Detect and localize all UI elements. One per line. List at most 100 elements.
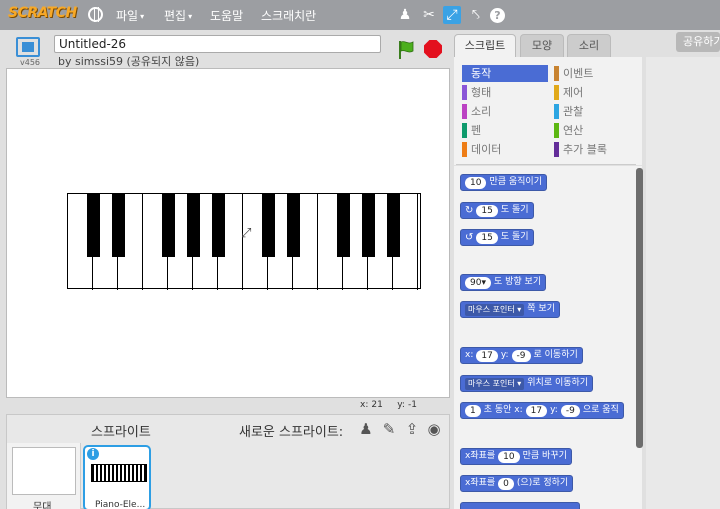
shrink-icon[interactable]: ⤣ [467, 6, 485, 24]
stage-thumbnail[interactable] [12, 447, 76, 495]
goto-target-value: 마우스 포인터 [468, 378, 515, 388]
block-move-steps[interactable]: 10 만큼 움직이기 [460, 174, 547, 191]
rotate-left-icon: ↺ [465, 232, 474, 243]
menu-help[interactable]: 도움말 [210, 7, 243, 24]
block-goto-target[interactable]: 마우스 포인터 ▾ 위치로 이동하기 [460, 375, 594, 392]
direction-input[interactable]: 90▾ [465, 276, 491, 289]
goto-target-dropdown[interactable]: 마우스 포인터 ▾ [465, 377, 525, 390]
category-sound[interactable]: 소리 [462, 103, 548, 120]
tab-scripts[interactable]: 스크립트 [454, 34, 516, 59]
new-sprite-label: 새로운 스프라이트: [239, 425, 344, 440]
block-point-towards[interactable]: 마우스 포인터 ▾ 쪽 보기 [460, 301, 560, 318]
piano-black-key [212, 194, 225, 257]
presentation-mode-icon[interactable] [16, 37, 40, 57]
menu-edit[interactable]: 편집 ▾ [164, 7, 192, 24]
stage-thumbnail-column: 무대 [7, 443, 81, 509]
piano-black-key [162, 194, 175, 257]
point-towards-dropdown[interactable]: 마우스 포인터 ▾ [465, 303, 525, 316]
goto-x-label: x: [465, 350, 474, 360]
category-motion[interactable]: 동작 [462, 65, 548, 82]
block-palette: 10 만큼 움직이기 ↻ 15 도 돌기 ↺ 15 도 돌기 90▾ 도 방향 보기 마우스… [454, 166, 642, 509]
category-events[interactable]: 이벤트 [554, 65, 640, 82]
language-globe-icon[interactable] [88, 7, 103, 22]
point-direction-text: 도 방향 보기 [493, 277, 542, 287]
glide-x-input[interactable]: 17 [525, 404, 548, 417]
stage-canvas[interactable]: ⤢ [6, 68, 450, 398]
project-title-input[interactable] [54, 35, 381, 53]
coord-y-label: y: [397, 400, 405, 410]
block-set-x[interactable]: x좌표를 0 (으)로 정하기 [460, 475, 574, 492]
glide-secs-input[interactable]: 1 [465, 404, 481, 417]
block-goto-xy[interactable]: x: 17 y: -9 로 이동하기 [460, 347, 583, 364]
sprite-name: Piano-Ele... [95, 500, 146, 509]
block-turn-right[interactable]: ↻ 15 도 돌기 [460, 202, 534, 219]
glide-y-input[interactable]: -9 [560, 404, 580, 417]
palette-scrollbar[interactable] [636, 168, 643, 448]
piano-black-key [387, 194, 400, 257]
sprites-title: 스프라이트 [91, 425, 151, 440]
piano-sprite[interactable] [67, 193, 421, 290]
stop-icon[interactable] [424, 40, 442, 58]
category-operators[interactable]: 연산 [554, 122, 640, 139]
block-glide[interactable]: 1초 동안 x: 17 y: -9 으로 움직 [460, 402, 624, 419]
menu-about[interactable]: 스크래치란 [261, 7, 316, 24]
chevron-down-icon: ▾ [140, 12, 145, 21]
block-partial[interactable] [460, 502, 580, 509]
camera-icon[interactable]: ◉ [425, 420, 443, 438]
piano-black-key [87, 194, 100, 257]
category-sensing[interactable]: 관찰 [554, 103, 640, 120]
sprite-thumbnail [91, 464, 147, 482]
change-x-prefix: x좌표를 [465, 451, 496, 461]
scratch-logo[interactable]: SCRATCH [8, 5, 77, 21]
category-looks[interactable]: 형태 [462, 84, 548, 101]
tab-costumes[interactable]: 모양 [520, 34, 564, 58]
point-towards-text: 쪽 보기 [527, 304, 555, 314]
set-x-prefix: x좌표를 [465, 478, 496, 488]
upload-icon[interactable]: ⇪ [403, 420, 421, 438]
move-steps-text: 만큼 움직이기 [489, 177, 542, 187]
goto-xy-text: 로 이동하기 [533, 350, 578, 360]
category-more-blocks[interactable]: 추가 블록 [554, 141, 640, 158]
sprite-tile-piano[interactable]: i Piano-Ele... [83, 445, 151, 509]
piano-black-key [337, 194, 350, 257]
change-x-text: 만큼 바꾸기 [522, 451, 567, 461]
category-data[interactable]: 데이터 [462, 141, 548, 158]
goto-x-input[interactable]: 17 [476, 349, 498, 362]
category-pen[interactable]: 펜 [462, 122, 548, 139]
version-label: v456 [20, 58, 41, 67]
block-turn-left[interactable]: ↺ 15 도 돌기 [460, 229, 534, 246]
menu-file-label: 파일 [116, 9, 139, 23]
help-icon[interactable]: ? [490, 8, 505, 23]
change-x-input[interactable]: 10 [498, 450, 520, 463]
menu-file[interactable]: 파일 ▾ [116, 7, 144, 24]
set-x-input[interactable]: 0 [498, 477, 514, 490]
category-control[interactable]: 제어 [554, 84, 640, 101]
coord-y-value: -1 [407, 400, 417, 410]
rotate-right-icon: ↻ [465, 205, 474, 216]
chevron-down-icon: ▾ [188, 12, 193, 21]
green-flag-icon[interactable] [396, 40, 416, 60]
turn-left-text: 도 돌기 [500, 232, 529, 242]
stage-header: v456 by simssi59 (공유되지 않음) [6, 30, 450, 68]
scripts-area[interactable] [646, 57, 720, 509]
info-icon[interactable]: i [87, 448, 99, 460]
grow-icon[interactable]: ⤢ [443, 6, 461, 24]
move-steps-input[interactable]: 10 [465, 176, 487, 189]
menu-edit-label: 편집 [164, 9, 187, 23]
goto-y-input[interactable]: -9 [511, 349, 531, 362]
sprite-library-icon[interactable]: ♟ [357, 420, 375, 438]
piano-black-key [187, 194, 200, 257]
turn-right-input[interactable]: 15 [476, 204, 498, 217]
duplicate-icon[interactable]: ♟ [396, 6, 414, 24]
block-point-direction[interactable]: 90▾ 도 방향 보기 [460, 274, 547, 291]
goto-y-label: y: [500, 350, 509, 360]
block-change-x[interactable]: x좌표를 10 만큼 바꾸기 [460, 448, 572, 465]
paint-brush-icon[interactable]: ✎ [380, 420, 398, 438]
delete-icon[interactable]: ✂ [420, 6, 438, 24]
turn-left-input[interactable]: 15 [476, 231, 498, 244]
glide-text-2: 으로 움직 [582, 405, 619, 415]
tab-sounds[interactable]: 소리 [567, 34, 611, 58]
sprite-pane-header: 스프라이트 새로운 스프라이트: ♟ ✎ ⇪ ◉ [7, 415, 449, 443]
share-button[interactable]: 공유하기 [676, 32, 720, 52]
glide-text-1: 초 동안 x: [483, 405, 523, 415]
